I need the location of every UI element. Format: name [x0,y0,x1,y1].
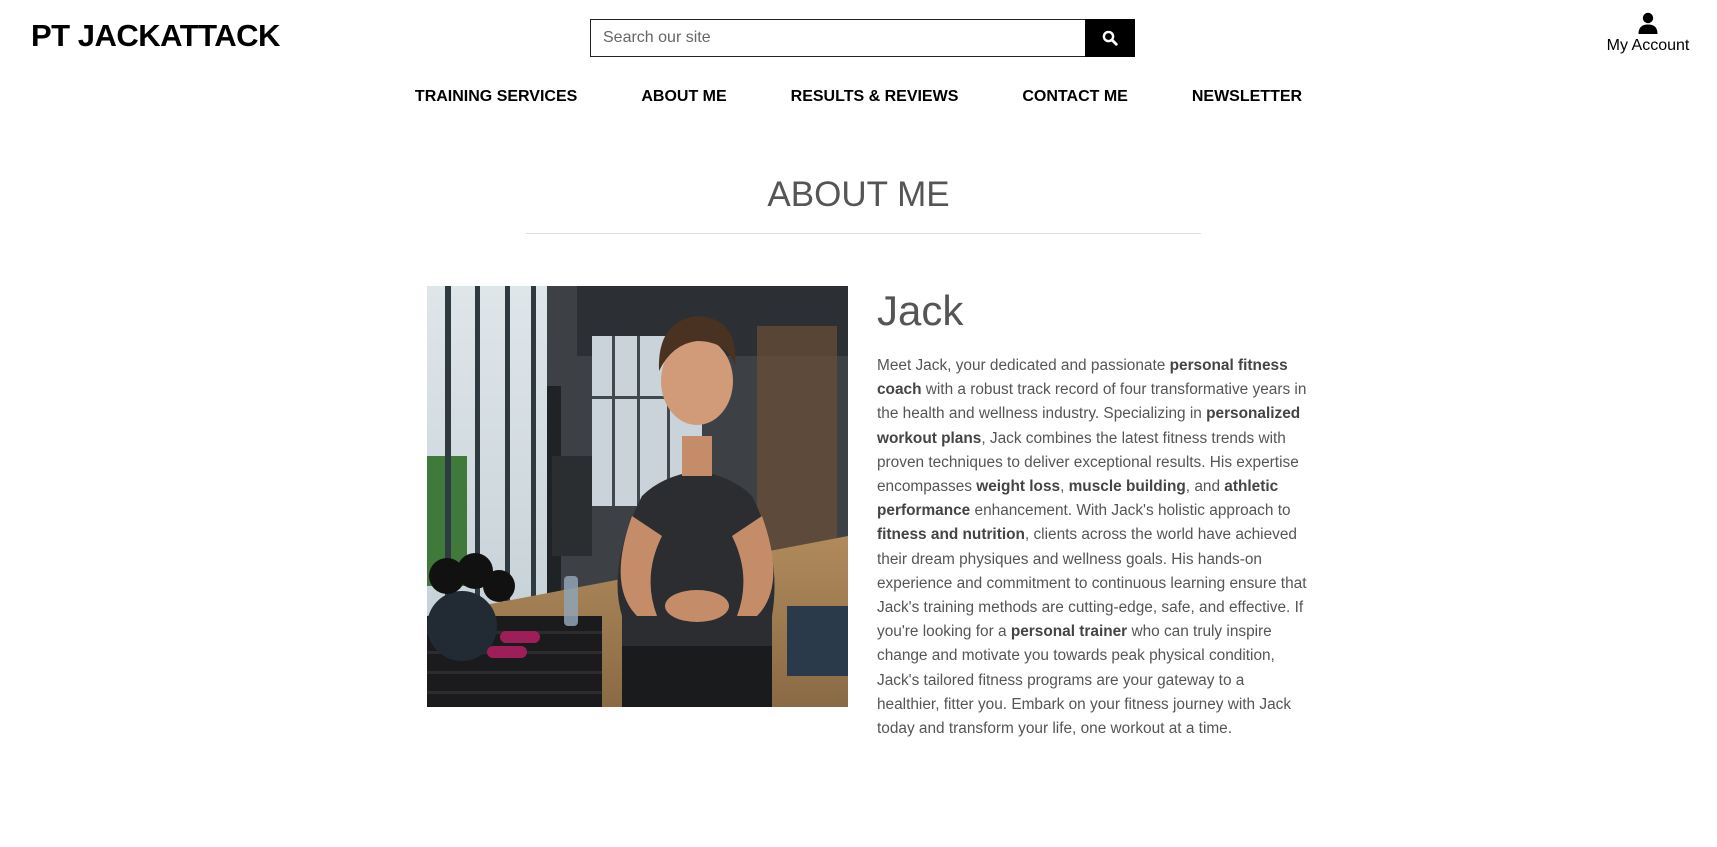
bio-highlight: fitness and nutrition [877,526,1025,544]
bio-highlight: muscle building [1068,478,1186,496]
trainer-name: Jack [877,287,964,334]
bio-highlight: weight loss [976,478,1061,496]
bio-segment: Meet Jack, your dedicated and passionate [877,357,1170,374]
search-input[interactable] [590,19,1085,57]
nav-training-services[interactable]: TRAINING SERVICES [415,88,577,106]
account-label: My Account [1606,37,1690,54]
bio-segment: , [1060,478,1069,496]
nav-newsletter[interactable]: NEWSLETTER [1192,88,1302,106]
bio-segment: enhancement. With Jack's holistic approa… [970,502,1291,520]
main-nav: TRAINING SERVICES ABOUT ME RESULTS & REV… [0,88,1717,106]
nav-contact-me[interactable]: CONTACT ME [1022,88,1127,106]
title-divider [526,233,1201,234]
search-icon [1102,30,1118,46]
search-button[interactable] [1085,19,1135,57]
user-icon [1638,12,1658,34]
search-form [590,19,1135,57]
my-account-link[interactable]: My Account [1603,12,1693,55]
nav-about-me[interactable]: ABOUT ME [641,88,726,106]
site-logo[interactable]: PT JACKATTACK [31,18,280,54]
bio-section: Jack Meet Jack, your dedicated and passi… [877,286,1307,741]
bio-segment: who can truly inspire change and motivat… [877,623,1292,738]
bio-text: Meet Jack, your dedicated and passionate… [877,354,1307,741]
nav-results-reviews[interactable]: RESULTS & REVIEWS [791,88,959,106]
page-title: ABOUT ME [767,175,950,214]
trainer-photo [427,286,848,707]
bio-highlight: personal trainer [1010,623,1128,641]
bio-segment: , and [1185,478,1225,496]
